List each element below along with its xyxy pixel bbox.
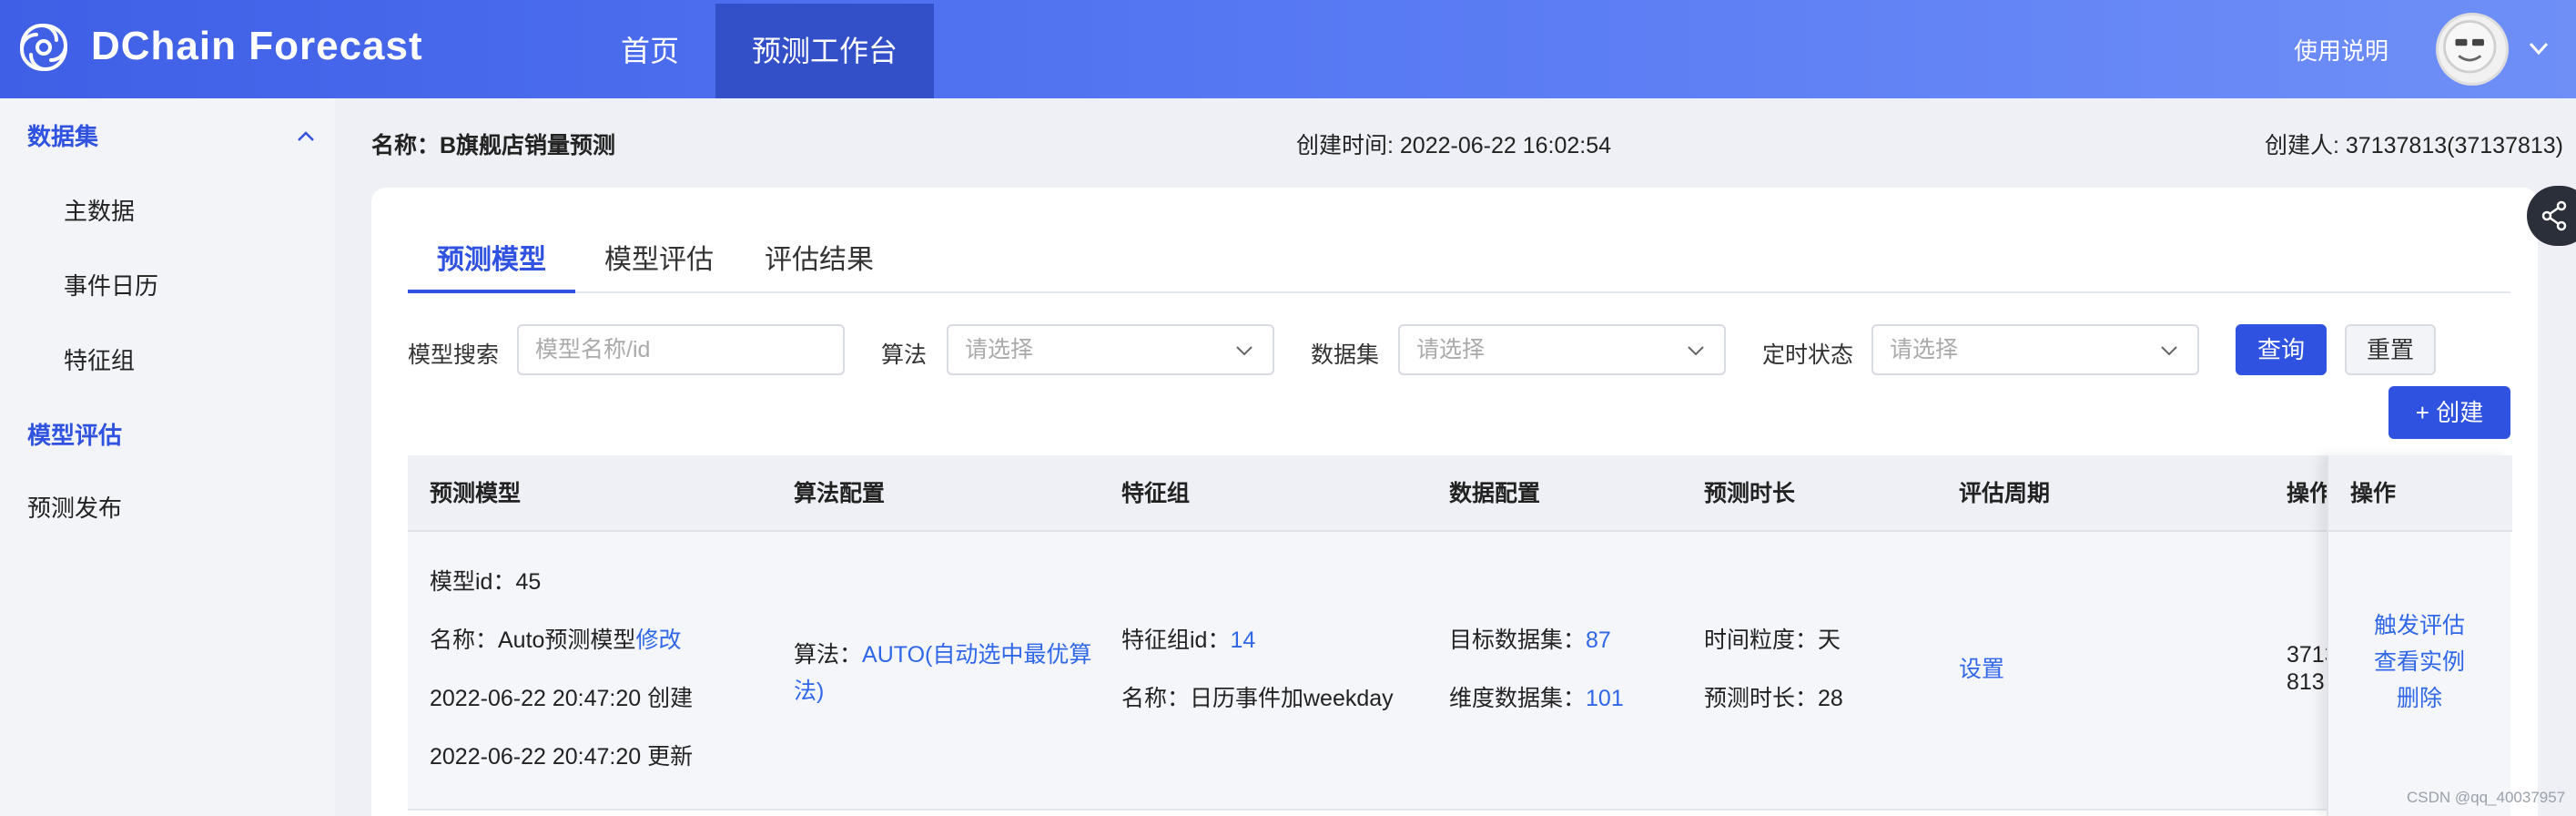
dimension-dataset: 维度数据集：101 (1449, 683, 1624, 714)
forecast-name: 名称：B旗舰店销量预测 (371, 133, 616, 158)
algorithm-link[interactable]: AUTO(自动选中最优算 (862, 642, 1091, 668)
nav-forecast-workbench[interactable]: 预测工作台 (715, 4, 934, 98)
model-search-label: 模型搜索 (408, 342, 500, 368)
dimension-dataset-link[interactable]: 101 (1586, 686, 1624, 711)
brand-title[interactable]: DChain Forecast (91, 24, 423, 69)
create-button[interactable]: + 创建 (2388, 386, 2510, 439)
chevron-down-icon[interactable] (2523, 33, 2554, 64)
reset-button[interactable]: 重置 (2345, 324, 2436, 375)
col-forecast-model: 预测模型 (430, 481, 522, 506)
user-face-icon (2443, 20, 2497, 74)
col-operator-partial: 操作 (2287, 481, 2333, 506)
forecast-horizon: 预测时长：28 (1704, 686, 1843, 711)
sidebar-item-master-data[interactable]: 主数据 (0, 178, 335, 244)
trigger-eval-link[interactable]: 触发评估 (2374, 610, 2465, 641)
floating-share-button[interactable] (2527, 186, 2576, 246)
target-dataset-link[interactable]: 87 (1586, 627, 1611, 653)
schedule-select[interactable]: 请选择 (1871, 324, 2199, 375)
tab-model-eval[interactable]: 模型评估 (604, 231, 714, 293)
col-eval-cycle: 评估周期 (1959, 481, 2051, 506)
operator-partial-2: 813 (2287, 669, 2325, 695)
chevron-down-icon (1236, 346, 1253, 356)
algorithm-link-cont[interactable]: 法) (794, 676, 824, 707)
col-horizon: 预测时长 (1704, 481, 1796, 506)
created-time: 创建时间: 2022-06-22 16:02:54 (1296, 133, 1612, 158)
dataset-placeholder: 请选择 (1416, 337, 1486, 362)
dataset-label: 数据集 (1311, 342, 1380, 368)
target-dataset: 目标数据集：87 (1449, 625, 1611, 656)
chevron-up-icon[interactable] (293, 124, 319, 149)
table-header: 预测模型 算法配置 特征组 数据配置 预测时长 评估周期 操作 (408, 455, 2510, 532)
col-actions: 操作 (2350, 481, 2397, 506)
sidebar-item-label: 数据集 (27, 123, 99, 150)
edit-link[interactable]: 修改 (635, 627, 681, 653)
query-button[interactable]: 查询 (2236, 324, 2327, 375)
schedule-label: 定时状态 (1762, 342, 1854, 368)
algorithm-prefix: 算法： (794, 642, 863, 668)
eval-settings-link[interactable]: 设置 (1959, 654, 2004, 685)
algorithm-select[interactable]: 请选择 (947, 324, 1274, 375)
updated-at: 2022-06-22 20:47:20 更新 (430, 744, 694, 770)
model-id: 模型id：45 (430, 569, 542, 595)
sidebar: 数据集 主数据 事件日历 特征组 模型评估 预测发布 (0, 98, 335, 816)
col-data-config: 数据配置 (1449, 481, 1541, 506)
main-card: 预测模型 模型评估 评估结果 模型搜索 模型名称/id 算法 请选择 数据集 请… (371, 188, 2538, 816)
fixed-action-column: 操作 触发评估 查看实例 删除 (2327, 455, 2512, 816)
watermark: CSDN @qq_40037957 (2407, 789, 2566, 806)
feature-id-link[interactable]: 14 (1230, 627, 1255, 653)
model-name-text: 名称：Auto预测模型 (430, 627, 636, 653)
dchain-logo-icon[interactable] (16, 20, 71, 75)
algorithm-label: 算法 (881, 342, 928, 368)
sidebar-item-model-eval[interactable]: 模型评估 (0, 403, 335, 468)
col-feature-group: 特征组 (1121, 481, 1191, 506)
sidebar-group-dataset[interactable]: 数据集 (0, 104, 335, 169)
avatar[interactable] (2436, 13, 2509, 86)
algorithm-config: 算法：AUTO(自动选中最优算 (794, 639, 1091, 670)
top-header: DChain Forecast 首页 预测工作台 使用说明 (0, 0, 2576, 98)
dim-prefix: 维度数据集： (1449, 686, 1587, 711)
creator: 创建人: 37137813(37137813) (2265, 133, 2564, 158)
feature-group-id: 特征组id：14 (1121, 625, 1255, 656)
help-link[interactable]: 使用说明 (2294, 33, 2388, 66)
feature-group-name: 名称：日历事件加weekday (1121, 686, 1394, 711)
target-prefix: 目标数据集： (1449, 627, 1587, 653)
feature-id-prefix: 特征组id： (1121, 627, 1231, 653)
col-algorithm: 算法配置 (794, 481, 886, 506)
chevron-down-icon (2161, 346, 2177, 356)
schedule-placeholder: 请选择 (1890, 337, 1959, 362)
tab-bar: 预测模型 模型评估 评估结果 (408, 231, 2510, 293)
tab-eval-result[interactable]: 评估结果 (765, 231, 874, 293)
model-search-input[interactable]: 模型名称/id (517, 324, 845, 375)
delete-link[interactable]: 删除 (2397, 683, 2442, 714)
model-name: 名称：Auto预测模型修改 (430, 625, 681, 656)
sidebar-item-event-calendar[interactable]: 事件日历 (0, 253, 335, 319)
table-row: 模型id：45 名称：Auto预测模型修改 2022-06-22 20:47:2… (408, 532, 2510, 811)
created-at: 2022-06-22 20:47:20 创建 (430, 686, 694, 711)
nav-home[interactable]: 首页 (592, 4, 708, 98)
fixed-action-header: 操作 (2328, 455, 2512, 532)
chevron-down-icon (1688, 346, 1704, 356)
algorithm-placeholder: 请选择 (965, 337, 1034, 362)
sidebar-item-feature-group[interactable]: 特征组 (0, 328, 335, 393)
dataset-select[interactable]: 请选择 (1398, 324, 1726, 375)
network-icon (2541, 200, 2567, 231)
sidebar-item-forecast-publish[interactable]: 预测发布 (0, 475, 335, 541)
view-instance-link[interactable]: 查看实例 (2374, 647, 2465, 678)
tab-forecast-model[interactable]: 预测模型 (408, 231, 575, 293)
time-granularity: 时间粒度：天 (1704, 627, 1841, 653)
